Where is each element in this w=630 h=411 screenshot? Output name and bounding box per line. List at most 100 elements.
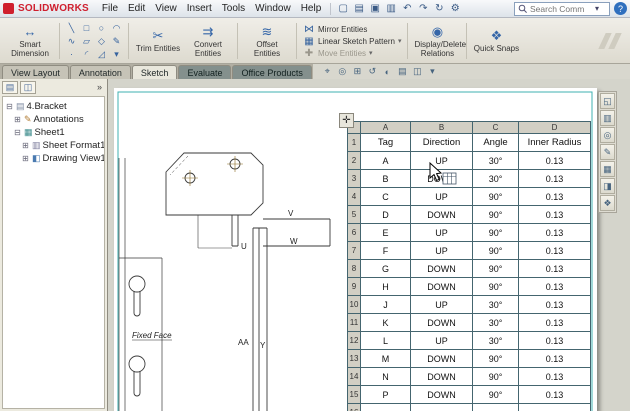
previous-view-icon[interactable]: ↺ xyxy=(366,65,379,78)
table-cell[interactable]: 90° xyxy=(473,206,519,224)
table-cell[interactable]: 0.13 xyxy=(519,332,591,350)
table-cell[interactable]: 90° xyxy=(473,224,519,242)
search-dropdown-icon[interactable]: ▾ xyxy=(595,4,599,13)
table-cell[interactable]: 90° xyxy=(473,188,519,206)
expander-icon[interactable]: ⊞ xyxy=(21,141,30,150)
table-row-number[interactable]: 4 xyxy=(348,188,361,206)
table-cell[interactable]: A xyxy=(361,152,411,170)
table-cell[interactable]: P xyxy=(361,386,411,404)
table-cell[interactable]: B xyxy=(361,170,411,188)
table-cell[interactable]: 30° xyxy=(473,152,519,170)
table-cell[interactable]: 30° xyxy=(473,170,519,188)
undo-icon[interactable]: ↶ xyxy=(399,1,415,16)
table-row-number[interactable]: 10 xyxy=(348,296,361,314)
section-view-icon[interactable]: ◐ xyxy=(381,65,394,78)
menu-tools[interactable]: Tools xyxy=(217,1,250,16)
table-cell[interactable]: UP xyxy=(411,296,473,314)
display-style-icon[interactable]: ◨ xyxy=(600,178,615,194)
trim-entities-button[interactable]: ✂ Trim Entities xyxy=(133,27,183,54)
table-cell[interactable]: 0.13 xyxy=(519,170,591,188)
table-cell[interactable]: 90° xyxy=(473,350,519,368)
table-cell[interactable]: 0.13 xyxy=(519,350,591,368)
table-cell[interactable] xyxy=(473,404,519,411)
table-cell[interactable]: 90° xyxy=(473,278,519,296)
table-cell[interactable]: 0.13 xyxy=(519,386,591,404)
table-row-number[interactable]: 2 xyxy=(348,152,361,170)
menu-file[interactable]: File xyxy=(97,1,123,16)
quick-snaps-button[interactable]: ❖ Quick Snaps xyxy=(471,27,521,54)
menu-insert[interactable]: Insert xyxy=(182,1,217,16)
redo-icon[interactable]: ↷ xyxy=(415,1,431,16)
table-cell[interactable]: DOWN xyxy=(411,206,473,224)
table-cell[interactable]: DOWN xyxy=(411,350,473,368)
table-cell[interactable]: 0.13 xyxy=(519,296,591,314)
table-cell[interactable]: F xyxy=(361,242,411,260)
table-row-number[interactable]: 5 xyxy=(348,206,361,224)
table-cell[interactable]: 0.13 xyxy=(519,188,591,206)
more-tools-icon[interactable]: ❖ xyxy=(600,195,615,211)
expander-icon[interactable]: ⊞ xyxy=(21,154,30,163)
point-icon[interactable]: · xyxy=(64,48,79,61)
rebuild-icon[interactable]: ↻ xyxy=(431,1,447,16)
open-icon[interactable]: ▤ xyxy=(351,1,367,16)
sheet-properties-icon[interactable]: ▥ xyxy=(600,110,615,126)
table-tool-icon[interactable]: ▦ xyxy=(600,161,615,177)
table-col-letter[interactable]: A xyxy=(361,122,411,134)
zoom-fit-icon[interactable]: ◎ xyxy=(336,65,349,78)
edit-sketch-icon[interactable]: ✎ xyxy=(600,144,615,160)
polygon-icon[interactable]: ▱ xyxy=(79,35,94,48)
table-row-number[interactable]: 7 xyxy=(348,242,361,260)
smart-dimension-button[interactable]: ↔ Smart Dimension xyxy=(5,23,55,59)
table-row-number[interactable]: 11 xyxy=(348,314,361,332)
table-cell[interactable]: UP xyxy=(411,224,473,242)
menu-help[interactable]: Help xyxy=(296,1,327,16)
mirror-entities-button[interactable]: ⋈ Mirror Entities xyxy=(301,24,403,35)
property-manager-tab-icon[interactable]: ◫ xyxy=(20,80,36,94)
table-cell[interactable]: D xyxy=(361,206,411,224)
table-cell[interactable]: C xyxy=(361,188,411,206)
table-row-number[interactable]: 13 xyxy=(348,350,361,368)
table-cell[interactable]: 0.13 xyxy=(519,314,591,332)
new-icon[interactable]: ▢ xyxy=(335,1,351,16)
table-cell[interactable]: 30° xyxy=(473,332,519,350)
table-cell[interactable]: DOWN xyxy=(411,260,473,278)
spline-icon[interactable]: ∿ xyxy=(64,35,79,48)
table-cell[interactable]: H xyxy=(361,278,411,296)
table-cell[interactable]: M xyxy=(361,350,411,368)
table-cell[interactable]: 0.13 xyxy=(519,368,591,386)
graphics-area[interactable]: U V W AA Y Fixed Face ✛ A B C D 1 Tag Directio… xyxy=(108,79,630,411)
select-icon[interactable]: ⌖ xyxy=(321,65,334,78)
table-col-letter[interactable]: B xyxy=(411,122,473,134)
feature-manager-tab-icon[interactable]: ▤ xyxy=(2,80,18,94)
table-header-cell[interactable]: Tag xyxy=(361,134,411,152)
table-row-number[interactable]: 1 xyxy=(348,134,361,152)
table-cell[interactable]: J xyxy=(361,296,411,314)
print-icon[interactable]: ▥ xyxy=(383,1,399,16)
tree-item-annotations[interactable]: ⊞ ✎ Annotations xyxy=(4,113,103,126)
view-settings-icon[interactable]: ▤ xyxy=(396,65,409,78)
table-cell[interactable]: DOWN xyxy=(411,368,473,386)
expander-icon[interactable]: ⊞ xyxy=(13,115,22,124)
hide-show-icon[interactable]: ◫ xyxy=(411,65,424,78)
table-cell[interactable]: 90° xyxy=(473,368,519,386)
rectangle-icon[interactable]: □ xyxy=(79,22,94,35)
convert-entities-button[interactable]: ⇉ Convert Entities xyxy=(183,23,233,59)
table-row-number[interactable]: 15 xyxy=(348,386,361,404)
table-cell[interactable]: 0.13 xyxy=(519,278,591,296)
ellipse-icon[interactable]: ◇ xyxy=(94,35,109,48)
menu-window[interactable]: Window xyxy=(250,1,296,16)
menu-view[interactable]: View xyxy=(150,1,182,16)
table-row-number[interactable]: 16 xyxy=(348,404,361,411)
tab-office-products[interactable]: Office Products xyxy=(232,65,312,79)
table-cell[interactable] xyxy=(361,404,411,411)
table-cell[interactable]: DOWN xyxy=(411,386,473,404)
tree-item-sheet1[interactable]: ⊟ ▦ Sheet1 xyxy=(4,126,103,139)
table-row-number[interactable]: 6 xyxy=(348,224,361,242)
tab-view-layout[interactable]: View Layout xyxy=(2,65,69,79)
table-cell[interactable]: UP xyxy=(411,332,473,350)
view-orientation-icon[interactable]: ◱ xyxy=(600,93,615,109)
table-cell[interactable]: L xyxy=(361,332,411,350)
more-sketch-icon[interactable]: ▾ xyxy=(109,48,124,61)
options-icon[interactable]: ⚙ xyxy=(447,1,463,16)
table-row-number[interactable]: 8 xyxy=(348,260,361,278)
